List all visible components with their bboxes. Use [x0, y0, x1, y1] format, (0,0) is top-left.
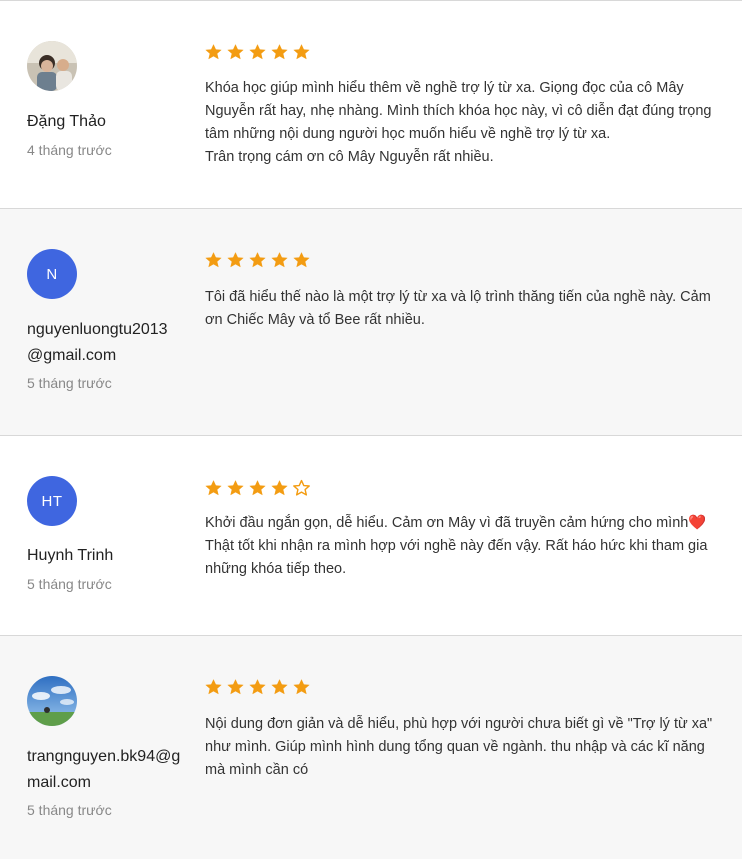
- rating-stars: [204, 678, 311, 697]
- avatar: [27, 676, 77, 726]
- reviewer-name: Huynh Trinh: [27, 543, 187, 569]
- avatar: N: [27, 249, 77, 299]
- rating-stars: [204, 479, 311, 498]
- star-filled-icon: [249, 44, 266, 60]
- user-photo-icon: [27, 41, 77, 91]
- avatar-initials: HT: [41, 492, 63, 510]
- review-text: Tôi đã hiểu thế nào là một trợ lý từ xa …: [205, 286, 720, 332]
- avatar: [27, 41, 77, 91]
- star-filled-icon: [249, 679, 266, 695]
- review-text-line: Khóa học giúp mình hiểu thêm về nghề trợ…: [205, 80, 712, 142]
- reviewer-name-line: Huynh Trinh: [27, 547, 114, 564]
- star-filled-icon: [293, 44, 310, 60]
- star-filled-icon: [293, 679, 310, 695]
- review-text-segment: Thật tốt khi nhận ra mình hợp với nghề n…: [205, 538, 708, 577]
- review-item: HT Huynh Trinh 5 tháng trước Khởi đầu ng…: [0, 435, 742, 635]
- rating-stars: [204, 43, 311, 62]
- review-text: Khởi đầu ngắn gọn, dễ hiểu. Cảm ơn Mây v…: [205, 512, 720, 581]
- review-item: trangnguyen.bk94@g mail.com 5 tháng trướ…: [0, 635, 742, 859]
- star-filled-icon: [293, 252, 310, 268]
- review-item: N nguyenluongtu2013 @gmail.com 5 tháng t…: [0, 208, 742, 435]
- star-filled-icon: [205, 480, 222, 496]
- review-time: 5 tháng trước: [27, 802, 112, 818]
- review-text-line: Tôi đã hiểu thế nào là một trợ lý từ xa …: [205, 289, 711, 328]
- star-filled-icon: [271, 252, 288, 268]
- reviewer-name-line: nguyenluongtu2013: [27, 321, 168, 338]
- reviewer-name-line: Đặng Thảo: [27, 113, 106, 130]
- heart-icon: ❤️: [688, 515, 707, 531]
- reviewer-name: Đặng Thảo: [27, 109, 187, 135]
- star-filled-icon: [249, 480, 266, 496]
- reviewer-name-line: mail.com: [27, 774, 92, 791]
- star-filled-icon: [249, 252, 266, 268]
- reviewer-name-line: trangnguyen.bk94@g: [27, 748, 181, 765]
- star-filled-icon: [271, 44, 288, 60]
- review-text-line: Khởi đầu ngắn gọn, dễ hiểu. Cảm ơn Mây v…: [205, 512, 720, 581]
- star-filled-icon: [205, 44, 222, 60]
- review-time: 4 tháng trước: [27, 142, 112, 158]
- review-text-line: Nội dung đơn giản và dễ hiểu, phù hợp vớ…: [205, 716, 713, 778]
- review-text-line: Trân trọng cám ơn cô Mây Nguyễn rất nhiề…: [205, 149, 494, 165]
- star-filled-icon: [205, 252, 222, 268]
- reviewer-name: trangnguyen.bk94@g mail.com: [27, 744, 187, 796]
- review-text-segment: Khởi đầu ngắn gọn, dễ hiểu. Cảm ơn Mây v…: [205, 515, 689, 531]
- star-filled-icon: [271, 480, 288, 496]
- reviewer-name: nguyenluongtu2013 @gmail.com: [27, 317, 187, 369]
- star-empty-icon: [293, 479, 310, 496]
- reviewer-name-line: @gmail.com: [27, 347, 117, 364]
- avatar: HT: [27, 476, 77, 526]
- star-filled-icon: [205, 679, 222, 695]
- rating-stars: [204, 251, 311, 270]
- star-filled-icon: [227, 44, 244, 60]
- star-filled-icon: [271, 679, 288, 695]
- review-text: Khóa học giúp mình hiểu thêm về nghề trợ…: [205, 77, 720, 169]
- review-text: Nội dung đơn giản và dễ hiểu, phù hợp vớ…: [205, 713, 720, 782]
- review-time: 5 tháng trước: [27, 576, 112, 592]
- review-time: 5 tháng trước: [27, 375, 112, 391]
- star-filled-icon: [227, 679, 244, 695]
- avatar-initials: N: [46, 265, 58, 283]
- user-photo-icon: [27, 676, 77, 726]
- star-filled-icon: [227, 252, 244, 268]
- review-item: Đặng Thảo 4 tháng trước Khóa học giúp mì…: [0, 0, 742, 208]
- star-filled-icon: [227, 480, 244, 496]
